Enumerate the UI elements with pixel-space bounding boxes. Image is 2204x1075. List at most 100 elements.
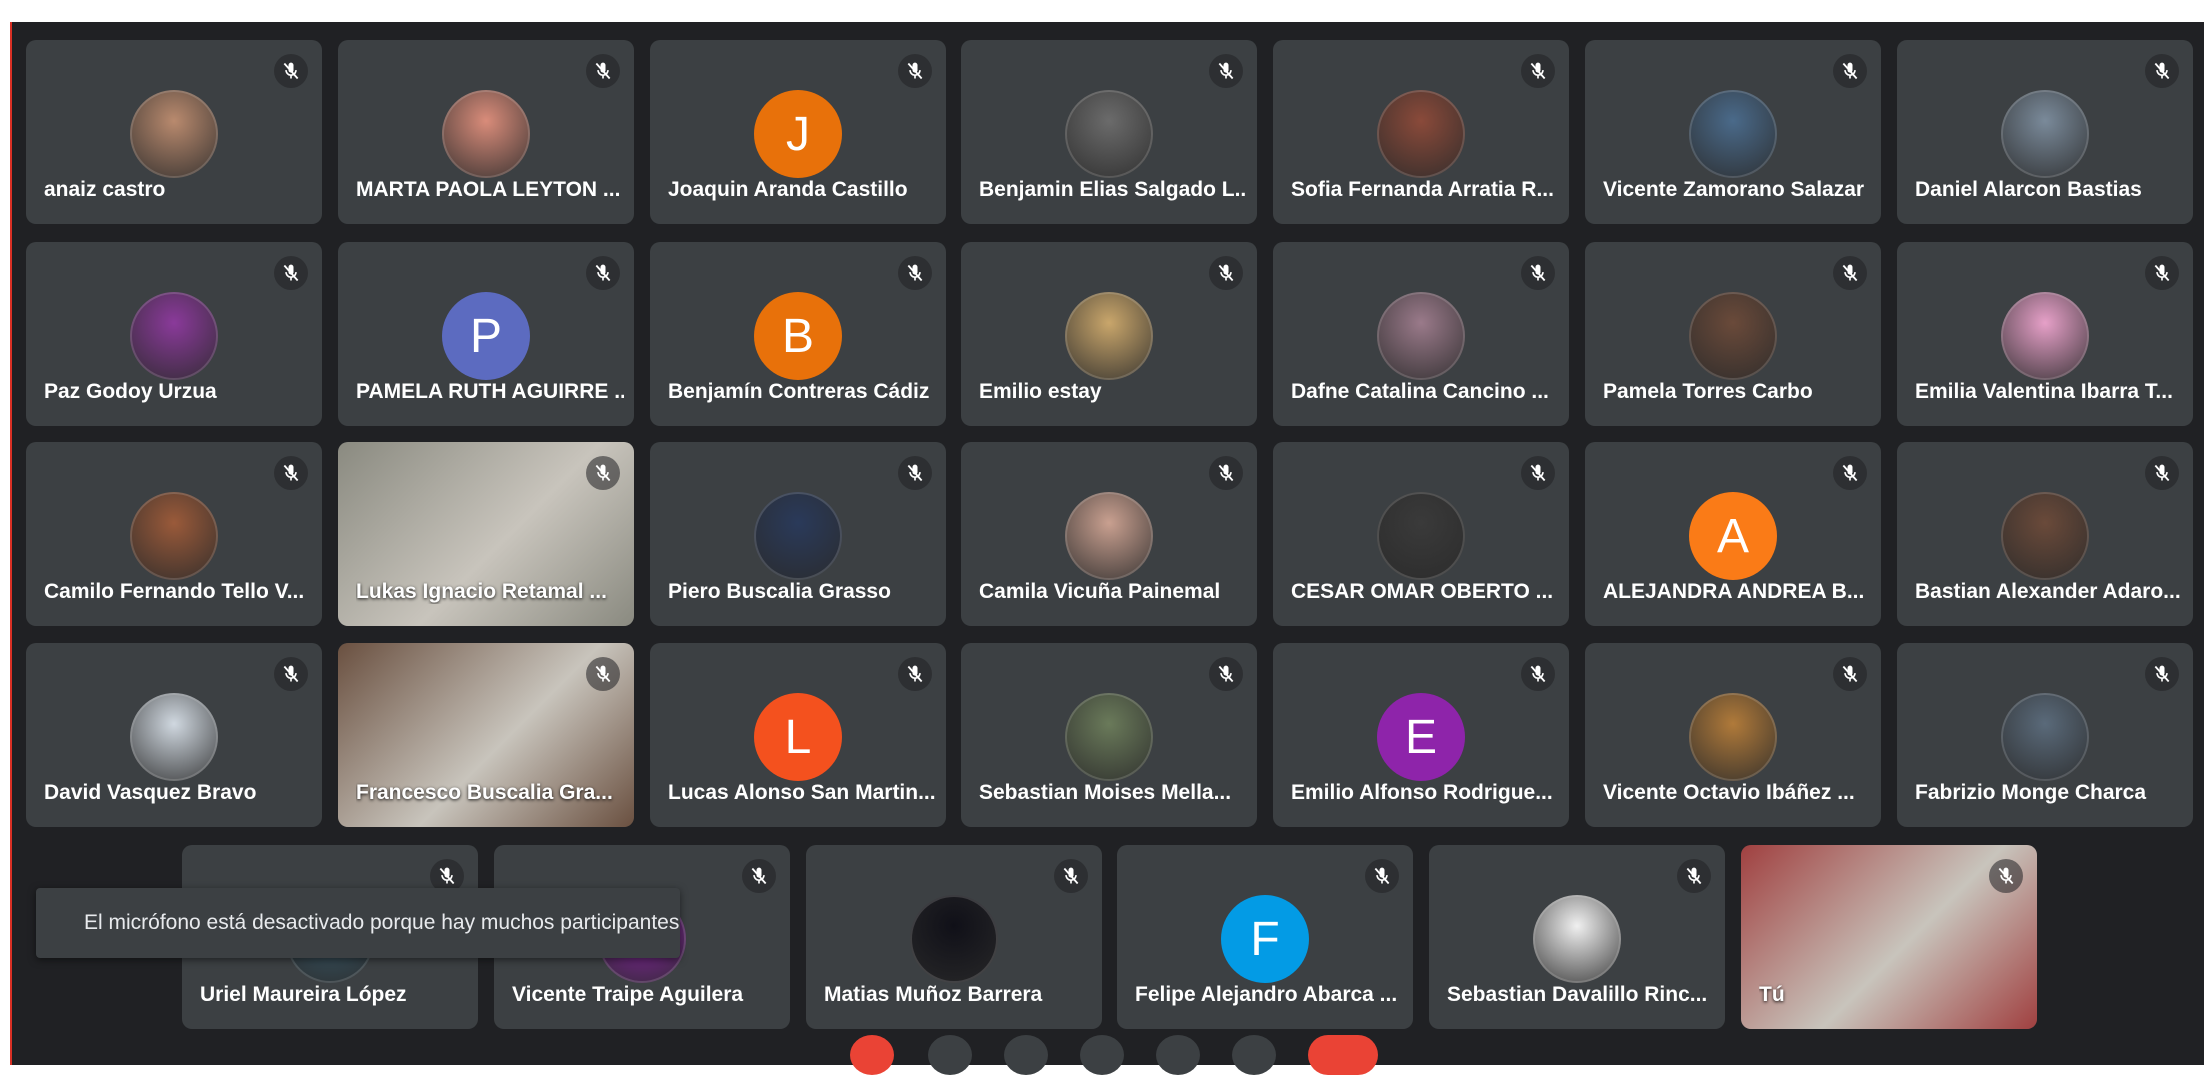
mic-off-icon <box>274 657 308 691</box>
control-button[interactable] <box>928 1035 972 1075</box>
participant-tile[interactable]: F Felipe Alejandro Abarca ... <box>1117 845 1413 1029</box>
mic-off-icon <box>1209 54 1243 88</box>
participant-tile[interactable]: B Benjamín Contreras Cádiz <box>650 242 946 426</box>
mic-off-icon <box>2145 54 2179 88</box>
participant-tile[interactable]: L Lucas Alonso San Martin... <box>650 643 946 827</box>
control-button-red-left[interactable] <box>850 1035 894 1075</box>
participant-tile[interactable]: Lukas Ignacio Retamal ... <box>338 442 634 626</box>
participant-tile[interactable]: Paz Godoy Urzua <box>26 242 322 426</box>
participant-tile[interactable]: Dafne Catalina Cancino ... <box>1273 242 1569 426</box>
participant-tile[interactable]: E Emilio Alfonso Rodrigue... <box>1273 643 1569 827</box>
participant-tile[interactable]: Piero Buscalia Grasso <box>650 442 946 626</box>
participant-avatar <box>1377 492 1465 580</box>
participant-name: Piero Buscalia Grasso <box>668 580 891 603</box>
participant-tile[interactable]: Matias Muñoz Barrera <box>806 845 1102 1029</box>
participant-name: Lukas Ignacio Retamal ... <box>356 580 607 603</box>
participant-tile[interactable]: Fabrizio Monge Charca <box>1897 643 2193 827</box>
participant-name: Benjamín Contreras Cádiz <box>668 380 930 403</box>
participant-tile[interactable]: Francesco Buscalia Gra... <box>338 643 634 827</box>
participant-name: Francesco Buscalia Gra... <box>356 781 613 804</box>
participant-tile[interactable]: Camilo Fernando Tello V... <box>26 442 322 626</box>
mic-off-icon <box>586 657 620 691</box>
participant-avatar: A <box>1689 492 1777 580</box>
mic-off-icon <box>274 456 308 490</box>
mic-off-icon <box>898 256 932 290</box>
avatar-initial: F <box>1250 912 1280 966</box>
participant-tile[interactable]: Sebastian Moises Mella... <box>961 643 1257 827</box>
avatar-initial: B <box>781 309 814 363</box>
mic-off-icon <box>1989 859 2023 893</box>
control-button[interactable] <box>1156 1035 1200 1075</box>
mic-off-icon <box>2145 456 2179 490</box>
participant-avatar <box>910 895 998 983</box>
participant-avatar <box>1689 292 1777 380</box>
participant-name: Vicente Zamorano Salazar <box>1603 178 1865 201</box>
participant-avatar <box>754 492 842 580</box>
control-button[interactable] <box>1232 1035 1276 1075</box>
participant-tile[interactable]: Vicente Zamorano Salazar <box>1585 40 1881 224</box>
participant-name: Daniel Alarcon Bastias <box>1915 178 2142 201</box>
participant-avatar <box>2001 693 2089 781</box>
mic-off-icon <box>1677 859 1711 893</box>
mic-off-icon <box>274 256 308 290</box>
participant-tile[interactable]: anaiz castro <box>26 40 322 224</box>
mic-off-icon <box>1365 859 1399 893</box>
participant-tile[interactable]: Pamela Torres Carbo <box>1585 242 1881 426</box>
participant-name: CESAR OMAR OBERTO ... <box>1291 580 1554 603</box>
participant-tile[interactable]: A ALEJANDRA ANDREA B... <box>1585 442 1881 626</box>
control-button[interactable] <box>1004 1035 1048 1075</box>
participant-tile[interactable]: Emilia Valentina Ibarra T... <box>1897 242 2193 426</box>
participant-name: Emilia Valentina Ibarra T... <box>1915 380 2173 403</box>
participant-avatar <box>1377 90 1465 178</box>
participant-tile[interactable]: Bastian Alexander Adaro... <box>1897 442 2193 626</box>
participant-tile[interactable]: Daniel Alarcon Bastias <box>1897 40 2193 224</box>
participant-avatar <box>2001 90 2089 178</box>
toast-message: El micrófono está desactivado porque hay… <box>84 911 680 934</box>
participant-avatar <box>442 90 530 178</box>
mic-off-icon <box>1833 256 1867 290</box>
avatar-initial: J <box>786 107 810 161</box>
participant-avatar <box>1065 90 1153 178</box>
participant-name: Bastian Alexander Adaro... <box>1915 580 2181 603</box>
participant-tile[interactable]: Sofia Fernanda Arratia R... <box>1273 40 1569 224</box>
mic-off-icon <box>742 859 776 893</box>
participant-tile[interactable]: MARTA PAOLA LEYTON ... <box>338 40 634 224</box>
mic-off-icon <box>898 456 932 490</box>
participant-avatar <box>2001 492 2089 580</box>
mic-disabled-toast: El micrófono está desactivado porque hay… <box>36 888 680 958</box>
participant-tile[interactable]: Emilio estay <box>961 242 1257 426</box>
mic-off-icon <box>1209 256 1243 290</box>
avatar-initial: E <box>1404 710 1437 764</box>
avatar-initial: L <box>784 710 812 764</box>
participant-name: Sofia Fernanda Arratia R... <box>1291 178 1554 201</box>
participant-avatar <box>2001 292 2089 380</box>
mic-off-icon <box>1833 657 1867 691</box>
participant-tile[interactable]: Vicente Octavio Ibáñez ... <box>1585 643 1881 827</box>
participant-tile[interactable]: David Vasquez Bravo <box>26 643 322 827</box>
participant-name: Camilo Fernando Tello V... <box>44 580 305 603</box>
participant-tile[interactable]: J Joaquin Aranda Castillo <box>650 40 946 224</box>
participant-avatar: E <box>1377 693 1465 781</box>
avatar-initial: A <box>1716 509 1749 563</box>
participant-avatar <box>1065 292 1153 380</box>
participant-name: Emilio estay <box>979 380 1102 403</box>
participant-tile[interactable]: Benjamin Elias Salgado L... <box>961 40 1257 224</box>
participant-tile[interactable]: CESAR OMAR OBERTO ... <box>1273 442 1569 626</box>
participant-avatar: J <box>754 90 842 178</box>
participant-avatar <box>1065 492 1153 580</box>
control-button[interactable] <box>1080 1035 1124 1075</box>
participant-tile[interactable]: P PAMELA RUTH AGUIRRE ... <box>338 242 634 426</box>
participant-name: Matias Muñoz Barrera <box>824 983 1043 1006</box>
participant-name: Camila Vicuña Painemal <box>979 580 1221 603</box>
participant-avatar <box>1689 693 1777 781</box>
participant-avatar: L <box>754 693 842 781</box>
participant-tile[interactable]: Tú <box>1741 845 2037 1029</box>
participant-tile[interactable]: Sebastian Davalillo Rinc... <box>1429 845 1725 1029</box>
hangup-button[interactable] <box>1308 1035 1378 1075</box>
participant-name: MARTA PAOLA LEYTON ... <box>356 178 621 201</box>
mic-off-icon <box>1054 859 1088 893</box>
participant-tile[interactable]: Camila Vicuña Painemal <box>961 442 1257 626</box>
mic-off-icon <box>274 54 308 88</box>
participant-name: Lucas Alonso San Martin... <box>668 781 936 804</box>
participant-name: ALEJANDRA ANDREA B... <box>1603 580 1865 603</box>
